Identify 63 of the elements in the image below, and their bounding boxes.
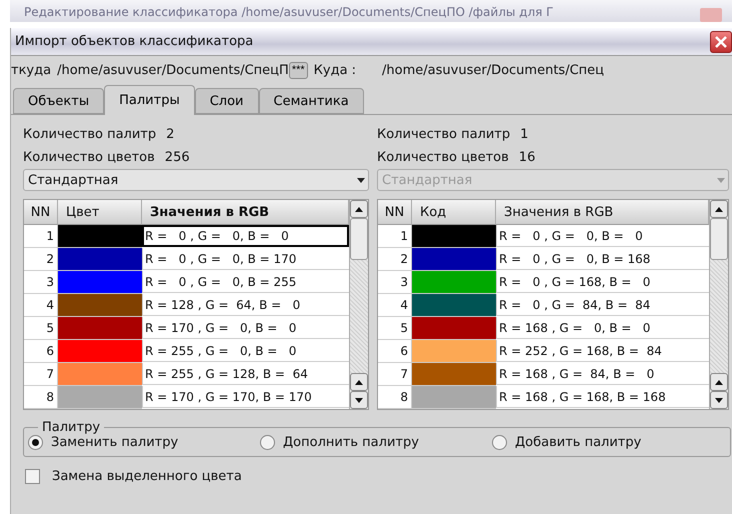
column-header[interactable]: Значения в RGB [142, 200, 349, 225]
rgb-value-cell[interactable]: R = 168 , G = 168, B = 168 [496, 386, 709, 408]
radio-option[interactable]: Добавить палитру [492, 435, 724, 450]
close-icon [714, 34, 728, 48]
window-title: Импорт объектов классификатора [15, 34, 254, 49]
rgb-value-cell[interactable]: R = 255 , G = 128, B = 64 [142, 363, 349, 385]
group-title: Палитру [41, 420, 102, 435]
palette-count-label: Количество палитр [23, 127, 156, 142]
tab[interactable]: Объекты [13, 88, 104, 114]
radio-button[interactable] [28, 435, 43, 450]
rgb-value-cell[interactable]: R = 252 , G = 168, B = 84 [496, 340, 709, 362]
radio-option[interactable]: Дополнить палитру [260, 435, 492, 450]
column-header[interactable]: Цвет [58, 200, 142, 225]
radio-button[interactable] [492, 435, 507, 450]
browse-button[interactable]: *** [288, 62, 308, 78]
close-button[interactable] [710, 30, 732, 52]
palette-count-label: Количество палитр [377, 127, 510, 142]
color-count: 16 [518, 150, 536, 165]
radio-button[interactable] [260, 435, 275, 450]
column-header[interactable]: Значения в RGB [496, 200, 709, 225]
scrollbar-thumb[interactable] [710, 218, 728, 260]
rgb-value-cell[interactable]: R = 0 , G = 168, B = 0 [496, 271, 709, 293]
rgb-value-cell[interactable]: R = 168 , G = 0, B = 0 [496, 317, 709, 339]
source-path: /home/asuvuser/Documents/СпецП [57, 62, 289, 78]
column-header[interactable]: Код [412, 200, 496, 225]
rgb-value-cell[interactable]: R = 0 , G = 0, B = 170 [142, 248, 349, 270]
down-arrow-icon [715, 398, 723, 402]
radio-option[interactable]: Заменить палитру [28, 435, 260, 450]
rgb-value-cell[interactable]: R = 168 , G = 84, B = 0 [496, 363, 709, 385]
rgb-value-cell[interactable]: R = 0 , G = 0, B = 255 [142, 271, 349, 293]
down-arrow-icon [355, 398, 363, 402]
target-path: /home/asuvuser/Documents/Спец [382, 62, 604, 78]
tab[interactable]: Слои [194, 88, 259, 114]
column-header[interactable]: NN [378, 200, 412, 225]
source-label: ткуда [11, 62, 52, 78]
rgb-value-cell[interactable]: R = 170 , G = 0, B = 0 [142, 317, 349, 339]
color-count-label: Количество цветов [377, 150, 509, 165]
rgb-value-cell[interactable]: R = 0 , G = 0, B = 0 [496, 225, 709, 247]
rgb-value-cell[interactable]: R = 255 , G = 0, B = 0 [142, 340, 349, 362]
checkbox[interactable] [25, 469, 40, 484]
scrollbar[interactable] [709, 200, 728, 409]
up-arrow-icon [715, 206, 723, 212]
color-count-label: Количество цветов [23, 150, 155, 165]
up-arrow-icon [355, 380, 363, 384]
color-count: 256 [164, 150, 190, 165]
up-arrow-icon [715, 380, 723, 384]
rgb-value-cell[interactable]: R = 0 , G = 84, B = 84 [496, 294, 709, 316]
scrollbar[interactable] [349, 200, 368, 409]
column-header[interactable]: NN [24, 200, 58, 225]
checkbox-option[interactable]: Замена выделенного цвета [23, 469, 728, 484]
background-window-title: Редактирование классификатора /home/asuvuser/Documents/СпецПО /файлы для Г [23, 5, 554, 19]
target-label: Куда : [314, 62, 356, 78]
tab[interactable]: Семантика [258, 88, 364, 114]
up-arrow-icon [355, 206, 363, 212]
rgb-value-cell[interactable]: R = 0 , G = 0, B = 168 [496, 248, 709, 270]
rgb-value-cell[interactable]: R = 170 , G = 170, B = 170 [142, 386, 349, 408]
palette-count: 2 [166, 127, 174, 142]
palette-dropdown[interactable]: Стандартная [23, 169, 369, 191]
rgb-value-cell[interactable]: R = 0 , G = 0, B = 0 [142, 225, 349, 247]
scrollbar-thumb[interactable] [350, 218, 368, 260]
tab[interactable]: Палитры [104, 85, 195, 115]
rgb-value-cell[interactable]: R = 128 , G = 64, B = 0 [142, 294, 349, 316]
palette-count: 1 [520, 127, 528, 142]
